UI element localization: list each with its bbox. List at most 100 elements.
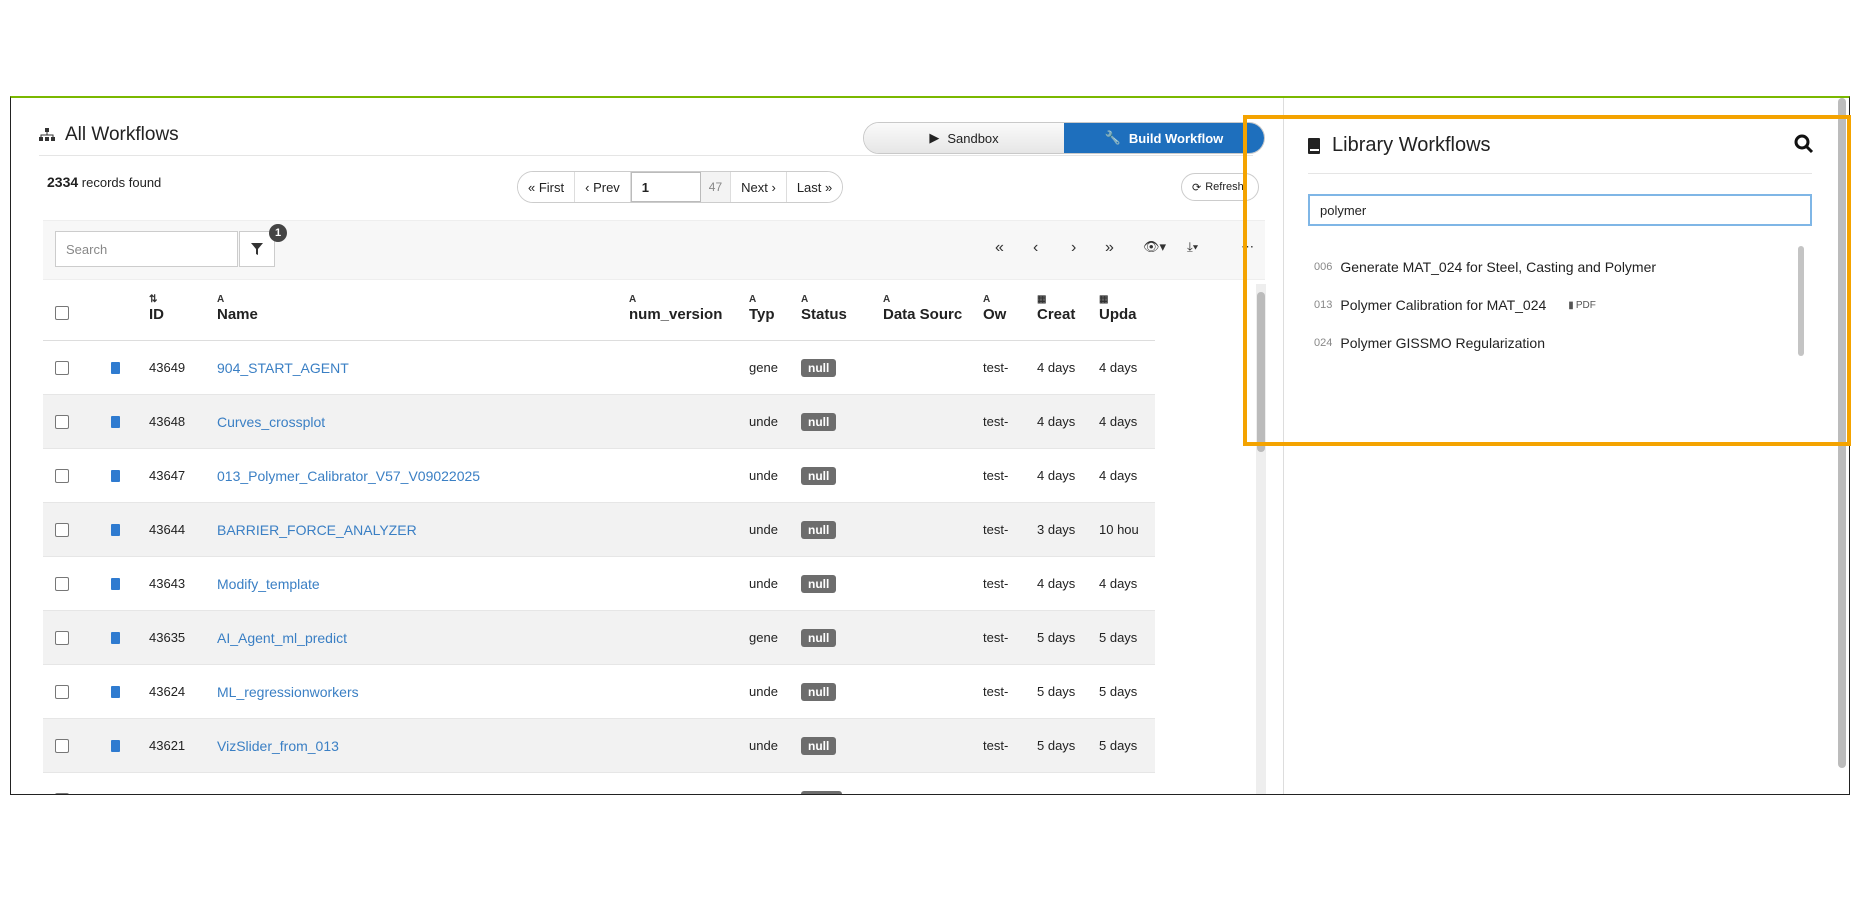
row-checkbox[interactable]: [55, 395, 69, 448]
row-created: 5 days: [1037, 738, 1076, 753]
visibility-dropdown[interactable]: 👁▾: [1143, 239, 1166, 255]
more-button[interactable]: ⋯: [1241, 239, 1254, 255]
library-item[interactable]: 006 Generate MAT_024 for Steel, Casting …: [1314, 248, 1656, 286]
column-created[interactable]: ▦ Creat: [1037, 294, 1077, 323]
library-search-input[interactable]: polymer: [1308, 194, 1812, 226]
sandbox-label: Sandbox: [947, 130, 999, 146]
row-name-link[interactable]: AI_Agent_ml_predict: [217, 611, 347, 664]
column-updated[interactable]: ▦ Upda: [1099, 294, 1139, 323]
select-all-checkbox[interactable]: [55, 306, 69, 320]
table-scrollbar[interactable]: [1256, 284, 1266, 794]
table-row[interactable]: 43643 Modify_template unde null test- 4 …: [43, 557, 1155, 611]
calendar-icon: ▦: [1099, 294, 1109, 305]
records-suffix: records found: [81, 175, 162, 190]
row-status: null: [801, 665, 837, 718]
table-row[interactable]: 43635 AI_Agent_ml_predict gene null test…: [43, 611, 1155, 665]
status-badge: null: [801, 412, 837, 431]
row-status: null: [801, 449, 837, 502]
library-item[interactable]: 013 Polymer Calibration for MAT_024 ▮ PDF: [1314, 286, 1656, 324]
row-status: null: [801, 557, 837, 610]
row-checkbox[interactable]: [55, 719, 69, 772]
status-badge: null: [801, 682, 837, 701]
table-row[interactable]: 43649 904_START_AGENT gene null test- 4 …: [43, 341, 1155, 395]
row-checkbox[interactable]: [55, 503, 69, 556]
row-updated: 4 days: [1099, 468, 1138, 483]
row-created: 3 days: [1037, 522, 1076, 537]
library-item-number: 013: [1314, 299, 1333, 311]
row-created: 4 days: [1037, 468, 1076, 483]
row-type: unde: [749, 414, 778, 429]
nav-last-button[interactable]: »: [1105, 239, 1114, 257]
table-row[interactable]: 43648 Curves_crossplot unde null test- 4…: [43, 395, 1155, 449]
table-row[interactable]: 43647 013_Polymer_Calibrator_V57_V090220…: [43, 449, 1155, 503]
sort-alpha-icon: A: [629, 294, 637, 305]
column-owner[interactable]: A Ow: [983, 294, 1013, 323]
last-page-button[interactable]: Last »: [786, 172, 843, 202]
table-row[interactable]: 43618 Untitled 68b7ecf46ed78 draft test-…: [43, 773, 1155, 795]
sandbox-button[interactable]: ▶ Sandbox: [864, 123, 1064, 153]
sort-alpha-icon: A: [983, 294, 991, 305]
download-dropdown[interactable]: ⤓▾: [1187, 239, 1198, 255]
row-updated: 4 days: [1099, 360, 1138, 375]
row-name-link[interactable]: Untitled 68b7ecf46ed78: [217, 773, 365, 795]
document-icon: [111, 719, 120, 772]
status-badge: null: [801, 466, 837, 485]
nav-next-button[interactable]: ›: [1071, 239, 1076, 257]
page-input[interactable]: 1: [630, 172, 701, 202]
row-id: 43635: [149, 630, 186, 645]
refresh-button[interactable]: ⟳ Refresh: [1181, 173, 1259, 201]
row-owner: test-: [983, 360, 1009, 375]
row-checkbox[interactable]: [55, 557, 69, 610]
search-input[interactable]: Search: [55, 231, 238, 267]
row-id: 43647: [149, 468, 186, 483]
nav-first-button[interactable]: «: [995, 239, 1004, 257]
column-num-version[interactable]: Anum_version: [629, 294, 722, 323]
app-frame: All Workflows ▶ Sandbox 🔧 Build Workflow…: [10, 96, 1850, 795]
search-icon[interactable]: [1794, 134, 1814, 159]
row-checkbox[interactable]: [55, 665, 69, 718]
next-page-button[interactable]: Next ›: [731, 172, 787, 202]
table-header: ⇅ ID A Name Anum_version A Typ A Status A Dat…: [43, 284, 1155, 341]
build-workflow-button[interactable]: 🔧 Build Workflow: [1064, 123, 1264, 153]
divider: [1308, 173, 1812, 174]
pdf-link[interactable]: ▮ PDF: [1568, 300, 1596, 311]
row-status: draft: [801, 773, 842, 794]
panel-scrollbar[interactable]: [1836, 98, 1848, 794]
document-icon: [111, 449, 120, 502]
sort-alpha-icon: A: [801, 294, 809, 305]
nav-prev-button[interactable]: ‹: [1033, 239, 1038, 257]
row-name-link[interactable]: VizSlider_from_013: [217, 719, 339, 772]
column-data-source[interactable]: A Data Sourc: [883, 294, 967, 323]
table-row[interactable]: 43624 ML_regressionworkers unde null tes…: [43, 665, 1155, 719]
divider: [39, 155, 1253, 156]
library-scrollbar[interactable]: [1798, 246, 1804, 356]
table-row[interactable]: 43644 BARRIER_FORCE_ANALYZER unde null t…: [43, 503, 1155, 557]
calendar-icon: ▦: [1037, 294, 1047, 305]
row-checkbox[interactable]: [55, 773, 69, 794]
library-item[interactable]: 024 Polymer GISSMO Regularization: [1314, 324, 1656, 362]
row-name-link[interactable]: BARRIER_FORCE_ANALYZER: [217, 503, 417, 556]
download-icon: ⤓: [1187, 239, 1193, 254]
row-name-link[interactable]: 013_Polymer_Calibrator_V57_V09022025: [217, 449, 480, 502]
row-name-link[interactable]: ML_regressionworkers: [217, 665, 359, 718]
row-checkbox[interactable]: [55, 611, 69, 664]
prev-page-button[interactable]: ‹ Prev: [575, 172, 631, 202]
workflows-table: ⇅ ID A Name Anum_version A Typ A Status A Dat…: [43, 284, 1155, 795]
column-name[interactable]: A Name: [217, 294, 258, 323]
row-name-link[interactable]: 904_START_AGENT: [217, 341, 349, 394]
column-type[interactable]: A Typ: [749, 294, 787, 323]
table-body: 43649 904_START_AGENT gene null test- 4 …: [43, 341, 1155, 795]
row-checkbox[interactable]: [55, 449, 69, 502]
row-id: 43644: [149, 522, 186, 537]
row-name-link[interactable]: Curves_crossplot: [217, 395, 325, 448]
row-updated: 10 hou: [1099, 522, 1139, 537]
table-row[interactable]: 43621 VizSlider_from_013 unde null test-…: [43, 719, 1155, 773]
row-name-link[interactable]: Modify_template: [217, 557, 320, 610]
row-id: 43624: [149, 684, 186, 699]
status-badge: null: [801, 628, 837, 647]
column-id[interactable]: ⇅ ID: [149, 294, 164, 323]
row-checkbox[interactable]: [55, 341, 69, 394]
first-page-button[interactable]: « First: [518, 172, 576, 202]
column-status[interactable]: A Status: [801, 294, 847, 323]
status-badge: null: [801, 574, 837, 593]
